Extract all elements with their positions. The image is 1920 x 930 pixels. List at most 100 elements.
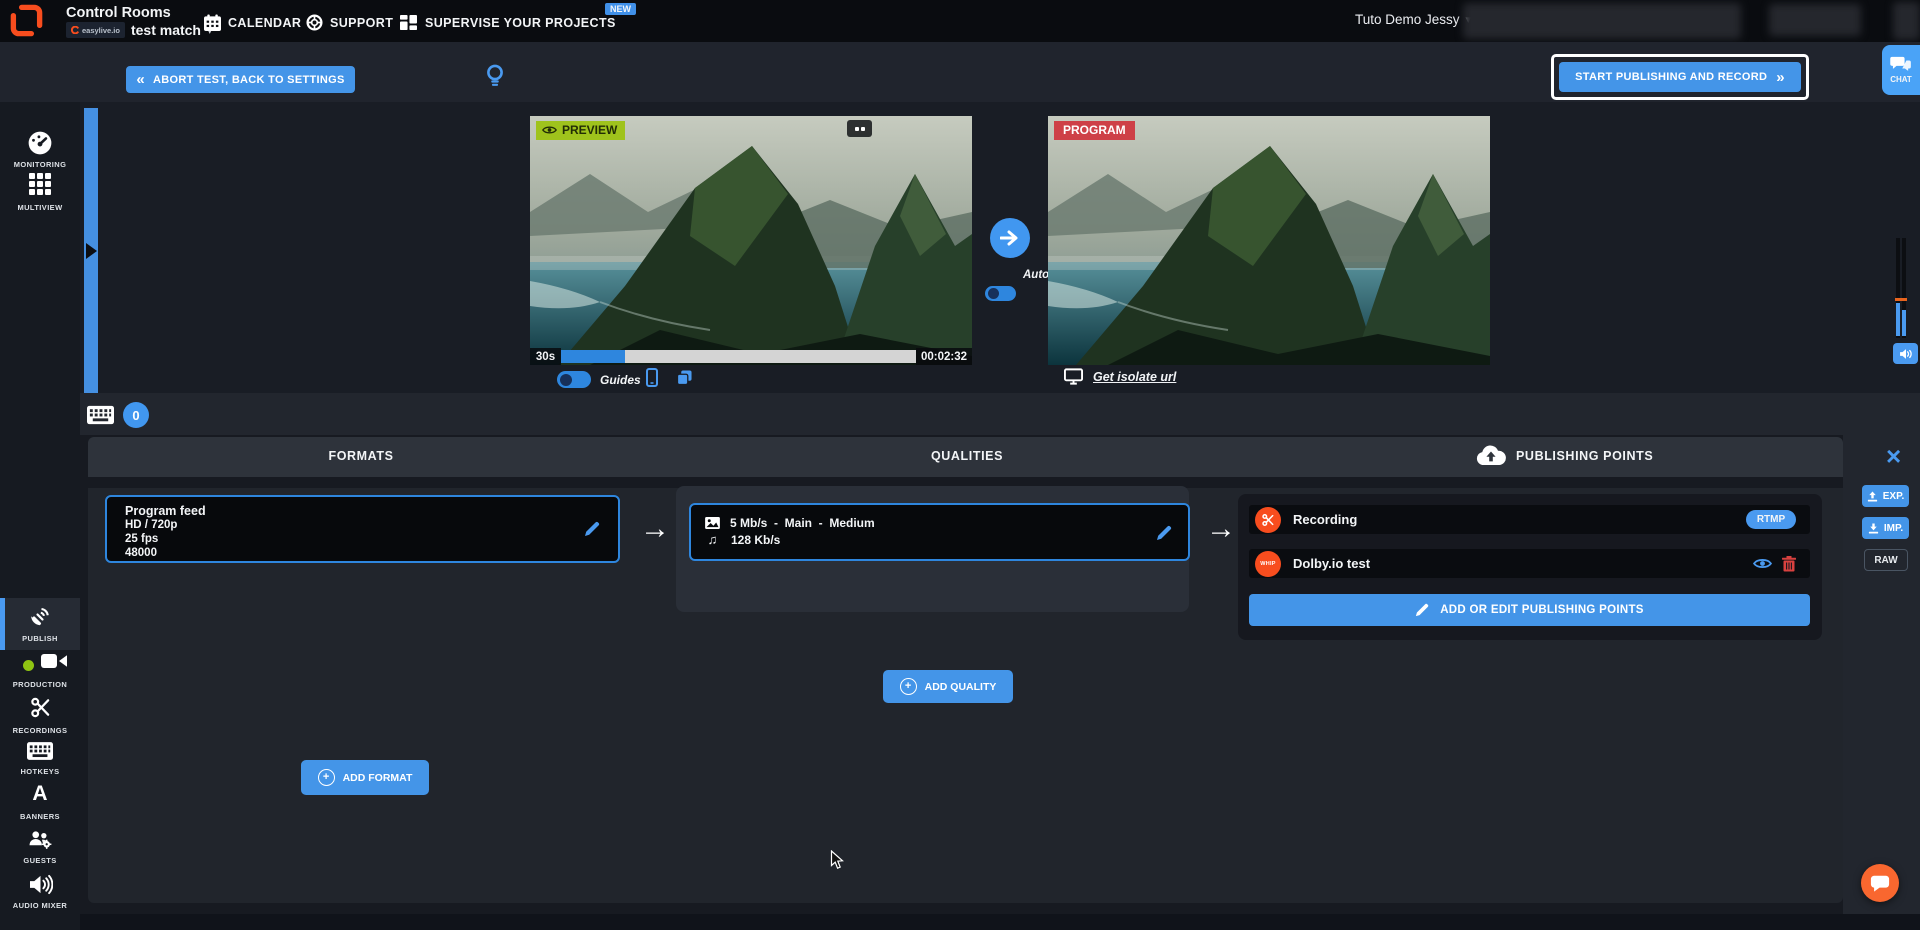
plus-circle-icon: + (900, 678, 917, 695)
start-publishing-label: START PUBLISHING AND RECORD (1575, 71, 1767, 83)
guides-toggle-knob (560, 374, 572, 386)
nav-calendar[interactable]: CALENDAR (204, 14, 301, 31)
user-menu[interactable]: Tuto Demo Jessy ▾ (1355, 12, 1471, 27)
brand-name: easylive.io (82, 26, 120, 35)
recordings-scissors-icon (0, 696, 80, 719)
sidebar-item-publish[interactable]: PUBLISH (0, 598, 80, 650)
recording-scissors-icon (1255, 507, 1281, 533)
project-selector[interactable]: easylive.io test match ▾ (66, 22, 213, 38)
transition-progress-fill (561, 350, 625, 363)
preview-monitor[interactable]: PREVIEW 30s 00:02:32 (530, 116, 972, 365)
vu-level-left (1896, 303, 1900, 336)
chat-bubble-icon (1870, 874, 1890, 893)
transition-progress-bar (561, 350, 916, 363)
guests-people-icon (0, 829, 80, 850)
import-button[interactable]: IMP. (1862, 517, 1909, 539)
publishing-point-name: Recording (1293, 512, 1357, 527)
add-or-edit-publishing-points-button[interactable]: ADD OR EDIT PUBLISHING POINTS (1249, 594, 1810, 626)
user-name: Tuto Demo Jessy (1355, 12, 1460, 27)
edit-quality-pencil-icon[interactable] (1156, 525, 1172, 541)
hotkeys-count-badge: 0 (123, 402, 149, 428)
sidebar-item-publish-label: PUBLISH (0, 634, 80, 643)
expand-triangle-icon[interactable] (86, 243, 97, 259)
monitor-speaker-button[interactable] (1893, 343, 1918, 364)
nav-supervise[interactable]: SUPERVISE YOUR PROJECTS (400, 14, 616, 31)
preview-video-frame (530, 116, 972, 365)
program-badge: PROGRAM (1054, 121, 1135, 140)
sidebar-item-recordings-label: RECORDINGS (0, 726, 80, 735)
program-video-frame (1048, 116, 1490, 365)
format-card[interactable]: Program feed HD / 720p 25 fps 48000 (105, 495, 620, 563)
transition-arrow-icon (1000, 230, 1020, 246)
export-button[interactable]: EXP. (1862, 485, 1909, 507)
cloud-upload-icon (1476, 445, 1506, 466)
mobile-preview-icon[interactable] (646, 368, 658, 387)
production-camera-icon (14, 652, 94, 670)
add-quality-button[interactable]: + ADD QUALITY (883, 670, 1013, 703)
take-transition-button[interactable] (990, 218, 1030, 258)
publishing-point-row-recording[interactable]: Recording RTMP (1249, 505, 1810, 534)
preview-point-eye-icon[interactable] (1753, 557, 1772, 570)
quality-card[interactable]: 5 Mb/s - Main - Medium ♫ 128 Kb/s (689, 503, 1190, 561)
audio-mixer-speaker-icon (0, 874, 80, 895)
chat-bubbles-icon (1890, 56, 1912, 73)
timecode: 00:02:32 (916, 348, 972, 365)
transition-countdown: 30s (530, 348, 561, 365)
edit-format-pencil-icon[interactable] (584, 521, 600, 537)
projects-grid-icon (400, 14, 417, 31)
guides-toggle[interactable] (557, 371, 591, 388)
bottom-strip (80, 914, 1920, 930)
wizard-toolbar: « ABORT TEST, BACK TO SETTINGS 1 SETTING… (0, 42, 1920, 102)
format-name: Program feed (125, 504, 206, 518)
sidebar-item-monitoring-label: MONITORING (0, 160, 80, 169)
nav-support[interactable]: SUPPORT (306, 14, 393, 31)
sidebar-item-multiview-label: MULTIVIEW (0, 203, 80, 212)
brand-mini-icon (71, 26, 79, 34)
right-rail (1843, 393, 1920, 930)
format-resolution: HD / 720p (125, 518, 206, 532)
qualities-header: QUALITIES (837, 449, 1097, 463)
format-samplerate: 48000 (125, 546, 206, 560)
audio-quality-icon: ♫ (705, 534, 720, 546)
preview-source-badge (847, 120, 872, 137)
import-label: IMP. (1884, 523, 1903, 534)
start-publishing-button[interactable]: START PUBLISHING AND RECORD » (1559, 62, 1801, 92)
vu-peak-tick (1895, 298, 1907, 301)
chat-button[interactable]: CHAT (1882, 45, 1920, 95)
hotkeys-counter[interactable]: 0 (87, 402, 149, 428)
sidebar-item-monitoring[interactable] (0, 130, 80, 156)
add-format-button[interactable]: + ADD FORMAT (301, 760, 429, 795)
sidebar-item-multiview[interactable] (0, 173, 80, 195)
auto-transition-toggle[interactable] (985, 286, 1016, 301)
tip-bulb-icon[interactable] (486, 64, 504, 89)
support-chat-fab[interactable] (1861, 864, 1899, 902)
nav-support-label: SUPPORT (330, 16, 393, 30)
raw-button[interactable]: RAW (1864, 549, 1908, 571)
control-rooms-app: Control Rooms easylive.io test match ▾ C… (0, 0, 1920, 930)
import-download-icon (1868, 523, 1879, 534)
sidebar-item-guests-label: GUESTS (0, 856, 80, 865)
format-framerate: 25 fps (125, 532, 206, 546)
publishing-point-row-dolby[interactable]: WHIP Dolby.io test (1249, 549, 1810, 578)
delete-point-trash-icon[interactable] (1782, 556, 1796, 572)
calendar-icon (204, 14, 221, 31)
add-quality-label: ADD QUALITY (925, 681, 997, 693)
copy-preview-icon[interactable] (677, 370, 692, 385)
brand-badge: easylive.io (66, 22, 125, 38)
formats-header: FORMATS (231, 449, 491, 463)
export-upload-icon (1867, 491, 1878, 502)
nav-calendar-label: CALENDAR (228, 16, 301, 30)
left-sidebar: MONITORING MULTIVIEW PUBLISH (0, 102, 80, 930)
close-panel-button[interactable]: × (1886, 443, 1901, 469)
get-isolate-url-link[interactable]: Get isolate url (1093, 370, 1176, 384)
plus-circle-icon: + (318, 769, 335, 786)
app-logo[interactable] (9, 3, 44, 38)
sidebar-item-banners-label: BANNERS (0, 812, 80, 821)
program-monitor[interactable]: PROGRAM (1048, 116, 1490, 365)
rtmp-protocol-badge: RTMP (1746, 510, 1796, 529)
edit-pencil-icon (1415, 603, 1429, 617)
abort-test-button[interactable]: « ABORT TEST, BACK TO SETTINGS (126, 66, 355, 93)
publishing-point-name: Dolby.io test (1293, 556, 1370, 571)
preview-badge: PREVIEW (536, 121, 625, 140)
export-label: EXP. (1883, 491, 1905, 502)
